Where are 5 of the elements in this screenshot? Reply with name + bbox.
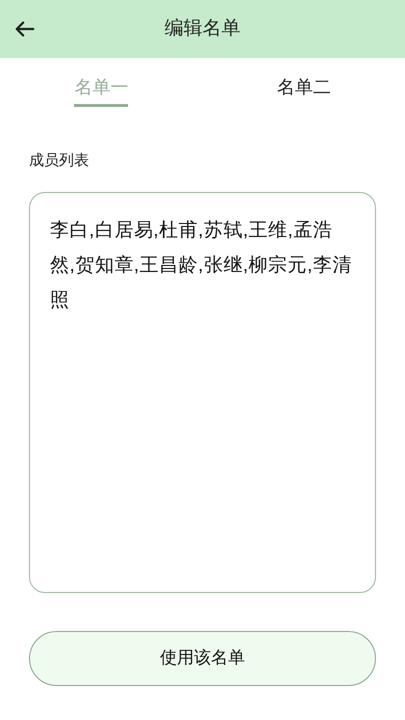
section-label: 成员列表 bbox=[29, 151, 89, 171]
tab[interactable]: 名单二 bbox=[276, 76, 331, 107]
use-list-button[interactable]: 使用该名单 bbox=[29, 630, 376, 686]
screen-title: 编辑名单 bbox=[164, 16, 240, 41]
input-field[interactable]: 李白,白居易,杜甫,苏轼,王维,孟浩然,贺知章,王昌龄,张继,柳宗元,李清照 bbox=[29, 192, 376, 592]
